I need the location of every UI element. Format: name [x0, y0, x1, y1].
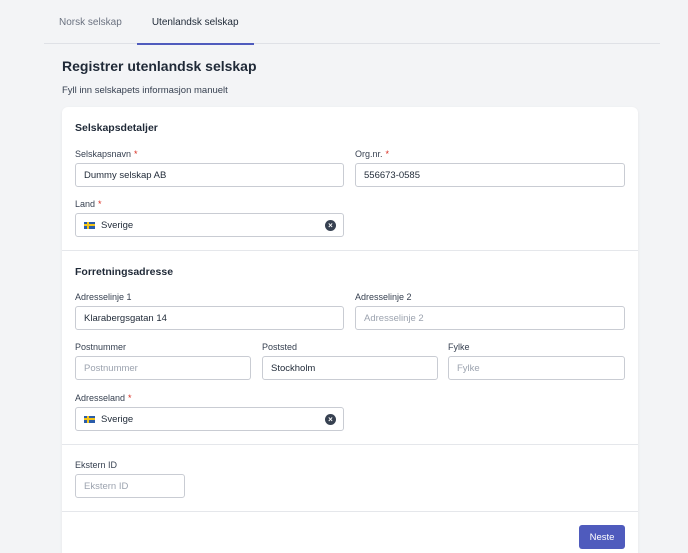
orgnr-value: 556673-0585 — [364, 169, 420, 181]
address-country-label: Adresseland * — [75, 393, 132, 403]
sweden-flag-icon — [84, 221, 95, 229]
country-label-text: Land — [75, 199, 96, 209]
required-marker: * — [385, 149, 390, 159]
country-label: Land * — [75, 199, 102, 209]
country-value: Sverige — [101, 219, 134, 231]
address-line2-placeholder: Adresselinje 2 — [364, 312, 424, 324]
tab-norsk-selskap[interactable]: Norsk selskap — [44, 0, 137, 44]
address-line2-label: Adresselinje 2 — [355, 292, 412, 302]
clear-icon[interactable]: × — [325, 220, 336, 231]
clear-icon[interactable]: × — [325, 414, 336, 425]
fylke-label: Fylke — [448, 342, 470, 352]
external-id-placeholder: Ekstern ID — [84, 480, 129, 492]
page: Norsk selskap Utenlandsk selskap Registr… — [0, 0, 688, 553]
address-line1-input[interactable]: Klarabergsgatan 14 — [75, 306, 344, 330]
required-marker: * — [128, 393, 132, 403]
address-line1-value: Klarabergsgatan 14 — [84, 312, 167, 324]
required-marker: * — [134, 149, 138, 159]
external-id-input[interactable]: Ekstern ID — [75, 474, 185, 498]
poststed-value: Stockholm — [271, 362, 316, 374]
section-divider — [62, 250, 638, 251]
company-name-label: Selskapsnavn * — [75, 149, 138, 159]
section-divider — [62, 444, 638, 445]
external-id-label: Ekstern ID — [75, 460, 118, 470]
address-line2-input[interactable]: Adresselinje 2 — [355, 306, 625, 330]
poststed-label: Poststed — [262, 342, 298, 352]
company-name-label-text: Selskapsnavn — [75, 149, 132, 159]
page-title: Registrer utenlandsk selskap — [62, 58, 257, 74]
postnummer-label: Postnummer — [75, 342, 127, 352]
section-divider — [62, 511, 638, 512]
required-marker: * — [98, 199, 102, 209]
address-country-label-text: Adresseland — [75, 393, 126, 403]
next-button[interactable]: Neste — [579, 525, 625, 549]
form-card: Selskapsdetaljer Selskapsnavn * Dummy sel… — [62, 107, 638, 553]
address-country-select[interactable]: Sverige × — [75, 407, 344, 431]
fylke-input[interactable]: Fylke — [448, 356, 625, 380]
section-title-address: Forretningsadresse — [75, 266, 174, 278]
poststed-input[interactable]: Stockholm — [262, 356, 438, 380]
address-line1-label: Adresselinje 1 — [75, 292, 132, 302]
fylke-placeholder: Fylke — [457, 362, 480, 374]
page-subtitle: Fyll inn selskapets informasjon manuelt — [62, 85, 228, 96]
orgnr-input[interactable]: 556673-0585 — [355, 163, 625, 187]
orgnr-label: Org.nr. * — [355, 149, 389, 159]
tab-utenlandsk-selskap[interactable]: Utenlandsk selskap — [136, 0, 254, 45]
tab-bar: Norsk selskap Utenlandsk selskap — [44, 0, 660, 45]
sweden-flag-icon — [84, 415, 95, 423]
company-name-input[interactable]: Dummy selskap AB — [75, 163, 344, 187]
section-title-company: Selskapsdetaljer — [75, 122, 158, 134]
orgnr-label-text: Org.nr. — [355, 149, 383, 159]
address-country-value: Sverige — [101, 413, 134, 425]
company-name-value: Dummy selskap AB — [84, 169, 167, 181]
country-select[interactable]: Sverige × — [75, 213, 344, 237]
postnummer-placeholder: Postnummer — [84, 362, 138, 374]
postnummer-input[interactable]: Postnummer — [75, 356, 251, 380]
